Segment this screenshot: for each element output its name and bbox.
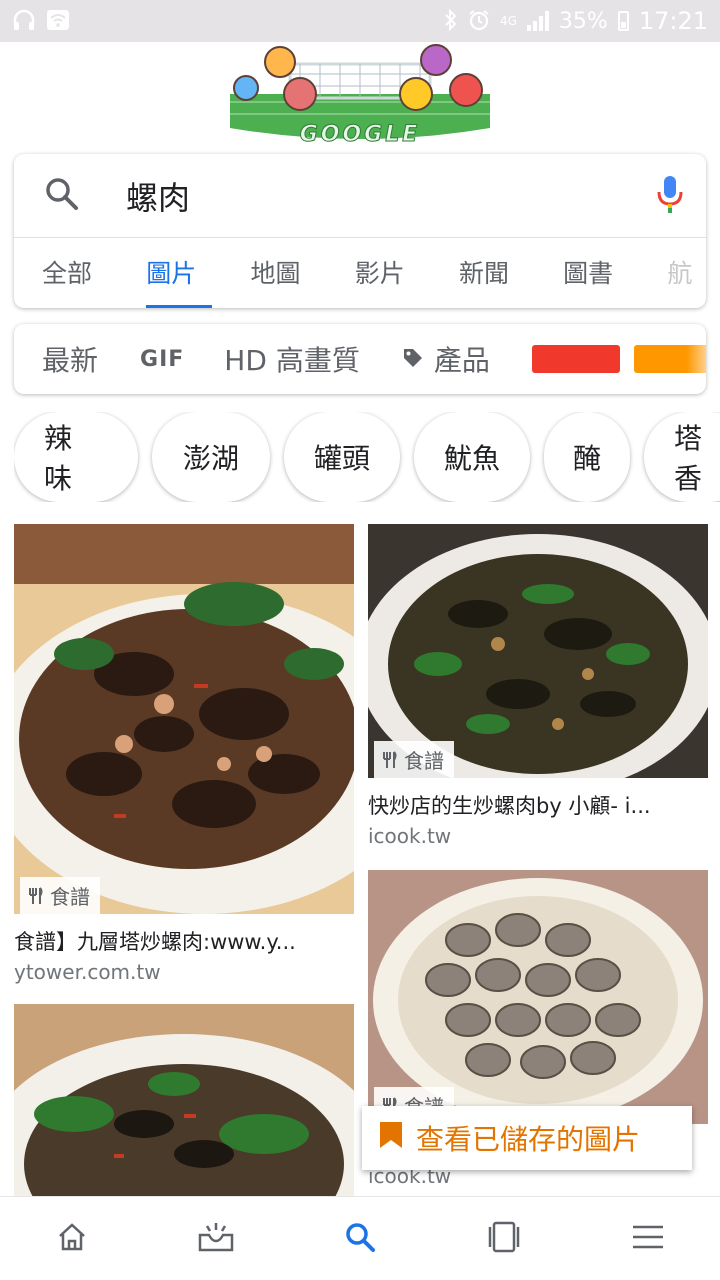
color-filter-orange[interactable] bbox=[633, 345, 706, 373]
bookmark-icon bbox=[378, 1120, 404, 1157]
image-result[interactable]: 食譜 快炒店的生炒螺肉by 小顧- i... icook.tw bbox=[368, 524, 708, 848]
filter-products[interactable]: 產品 bbox=[402, 339, 490, 379]
result-thumbnail[interactable]: 食譜 bbox=[368, 870, 708, 1124]
search-bar[interactable]: 螺肉 bbox=[14, 154, 706, 238]
recipe-tag-label: 食譜 bbox=[50, 885, 90, 909]
nav-search[interactable] bbox=[330, 1209, 390, 1269]
filter-hd[interactable]: HD 高畫質 bbox=[224, 339, 360, 379]
filter-latest[interactable]: 最新 bbox=[42, 339, 98, 379]
fork-knife-icon bbox=[28, 886, 44, 905]
wifi-icon bbox=[46, 9, 70, 34]
tab-maps[interactable]: 地圖 bbox=[250, 238, 354, 308]
result-domain: ytower.com.tw bbox=[14, 960, 161, 984]
chip-penghu[interactable]: 澎湖 bbox=[152, 412, 270, 502]
clock: 17:21 bbox=[638, 7, 708, 35]
menu-icon bbox=[631, 1224, 665, 1254]
result-thumbnail[interactable]: 食譜 bbox=[368, 524, 708, 778]
nav-tabs[interactable] bbox=[474, 1209, 534, 1269]
search-nav-icon bbox=[344, 1221, 376, 1257]
chip-canned[interactable]: 罐頭 bbox=[284, 412, 400, 502]
filter-gif[interactable]: GIF bbox=[140, 347, 184, 372]
result-thumbnail[interactable]: 食譜 bbox=[14, 524, 354, 914]
tab-news[interactable]: 新聞 bbox=[459, 238, 563, 308]
search-tabs: 全部 圖片 地圖 影片 新聞 圖書 航 bbox=[14, 238, 706, 308]
nav-updates[interactable] bbox=[186, 1209, 246, 1269]
suggestion-chips: 辣 味 澎湖 罐頭 魷魚 醃 塔 香 bbox=[14, 412, 720, 502]
recipe-tag: 食譜 bbox=[20, 877, 100, 914]
result-caption[interactable]: 快炒店的生炒螺肉by 小顧- i... bbox=[368, 790, 708, 820]
chip-basil[interactable]: 塔 香 bbox=[644, 412, 720, 502]
inbox-updates-icon bbox=[197, 1221, 235, 1257]
result-domain: icook.tw bbox=[368, 824, 452, 848]
tab-images[interactable]: 圖片 bbox=[146, 238, 250, 308]
view-saved-images-button[interactable]: 查看已儲存的圖片 bbox=[362, 1106, 692, 1170]
nav-menu[interactable] bbox=[618, 1209, 678, 1269]
result-caption[interactable]: 食譜】九層塔炒螺肉:www.y... bbox=[14, 926, 354, 956]
result-thumbnail[interactable] bbox=[14, 1004, 354, 1196]
recipe-tag: 食譜 bbox=[374, 741, 454, 778]
bluetooth-icon bbox=[444, 8, 458, 34]
signal-icon bbox=[526, 11, 549, 31]
battery-percent: 35% bbox=[558, 8, 608, 34]
chip-spicy[interactable]: 辣 味 bbox=[14, 412, 138, 502]
chip-pickled[interactable]: 醃 bbox=[544, 412, 630, 502]
tab-flights[interactable]: 航 bbox=[667, 238, 706, 308]
search-card: 螺肉 全部 圖片 地圖 影片 新聞 圖書 航 bbox=[14, 154, 706, 308]
microphone-icon[interactable] bbox=[656, 174, 684, 218]
image-result[interactable]: 食譜 食譜】九層塔炒螺肉:www.y... ytower.com.tw bbox=[14, 524, 354, 984]
chip-squid[interactable]: 魷魚 bbox=[414, 412, 530, 502]
tab-books[interactable]: 圖書 bbox=[563, 238, 667, 308]
view-saved-images-label: 查看已儲存的圖片 bbox=[416, 1123, 641, 1156]
battery-icon bbox=[617, 11, 629, 31]
tab-all[interactable]: 全部 bbox=[42, 238, 146, 308]
filter-products-label: 產品 bbox=[433, 344, 490, 377]
filter-bar: 最新 GIF HD 高畫質 產品 bbox=[14, 324, 706, 394]
google-doodle[interactable]: GOOGLE bbox=[230, 44, 490, 148]
bottom-navigation bbox=[0, 1196, 720, 1280]
doodle-wordmark: GOOGLE bbox=[300, 122, 421, 147]
tab-videos[interactable]: 影片 bbox=[355, 238, 459, 308]
home-icon bbox=[56, 1221, 88, 1257]
search-input[interactable]: 螺肉 bbox=[126, 173, 656, 219]
recipe-tag-label: 食譜 bbox=[404, 749, 444, 773]
headphones-icon bbox=[12, 9, 36, 34]
nav-home[interactable] bbox=[42, 1209, 102, 1269]
fork-knife-icon bbox=[382, 750, 398, 769]
tag-icon bbox=[402, 343, 424, 376]
tabs-icon bbox=[486, 1221, 522, 1257]
status-bar: 4G 35% 17:21 bbox=[0, 0, 720, 42]
network-type-label: 4G bbox=[499, 14, 517, 28]
alarm-icon bbox=[468, 9, 490, 34]
image-result[interactable] bbox=[14, 1004, 354, 1196]
search-icon[interactable] bbox=[44, 176, 80, 216]
color-filter-red[interactable] bbox=[531, 345, 620, 373]
